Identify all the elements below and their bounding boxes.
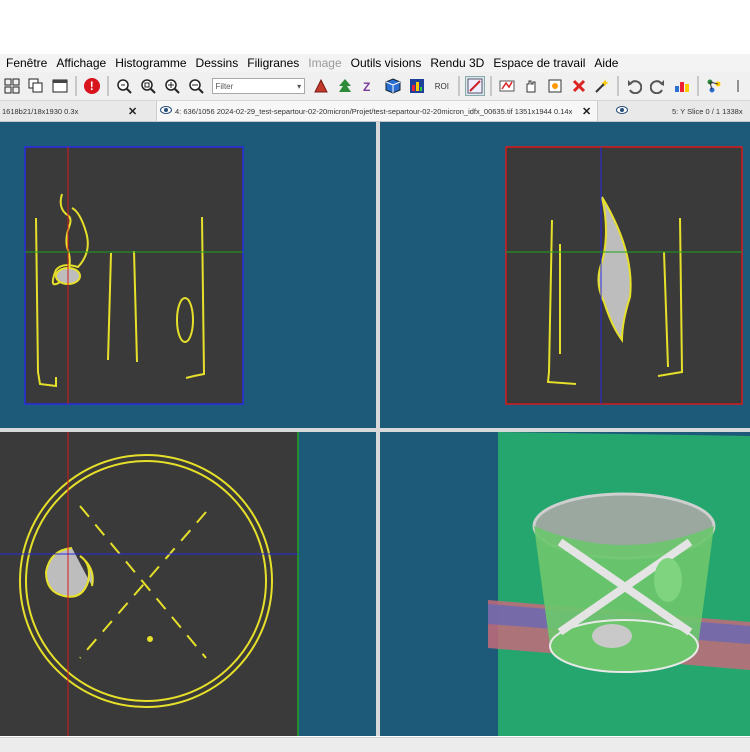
viewports-grid [0, 122, 750, 736]
zoom-fit-icon[interactable] [114, 76, 134, 96]
viewport-bottom-left[interactable] [0, 432, 376, 736]
settings-chart-icon[interactable] [672, 76, 692, 96]
document-tabs: 1618b21/18x1930 0.3x ✕ 4: 636/1056 2024-… [0, 101, 750, 122]
toolbar-separator [106, 76, 109, 96]
menu-fenetre[interactable]: Fenêtre [0, 56, 50, 70]
histogram-icon[interactable] [407, 76, 427, 96]
window-icon[interactable] [50, 76, 70, 96]
tab-document-1[interactable]: 1618b21/18x1930 0.3x ✕ [0, 101, 150, 121]
toolbar-separator [489, 76, 492, 96]
tab-document-4[interactable]: 4: 636/1056 2024-02-29_test-separtour-02… [156, 101, 598, 121]
line-profile-icon[interactable] [464, 76, 485, 96]
undo-icon[interactable] [624, 76, 644, 96]
tree-icon[interactable] [335, 76, 355, 96]
toolbar-separator [617, 76, 620, 96]
menu-affichage[interactable]: Affichage [50, 56, 109, 70]
z-axis-icon[interactable]: Z [359, 76, 379, 96]
status-bar [0, 737, 750, 752]
close-icon[interactable]: ✕ [128, 105, 137, 118]
eye-icon [160, 105, 172, 117]
tab-label: 1618b21/18x1930 0.3x [2, 106, 79, 116]
tab-document-5[interactable]: 5: Y Slice 0 / 1 1338x [612, 101, 750, 121]
viewport-top-left[interactable] [0, 122, 376, 428]
roi-label: ROI [434, 81, 449, 91]
svg-text:Z: Z [363, 80, 370, 94]
slice-image [0, 432, 298, 736]
hand-pan-icon[interactable] [521, 76, 541, 96]
menu-image[interactable]: Image [302, 56, 344, 70]
zoom-out-icon[interactable] [186, 76, 206, 96]
redo-icon[interactable] [648, 76, 668, 96]
wand-icon[interactable] [592, 76, 612, 96]
close-icon[interactable]: ✕ [582, 105, 591, 118]
toolbar-separator [74, 76, 77, 96]
zoom-in-icon[interactable] [162, 76, 182, 96]
menu-outils-visions[interactable]: Outils visions [345, 56, 425, 70]
menu-bar: Fenêtre Affichage Histogramme Dessins Fi… [0, 54, 750, 72]
network-icon[interactable] [704, 76, 724, 96]
measure-icon[interactable] [497, 76, 517, 96]
tab-label: 4: 636/1056 2024-02-29_test-separtour-02… [175, 106, 573, 116]
toolbar: ! Filter ▾ Z ROI [0, 72, 750, 101]
rendered-volume [532, 492, 716, 673]
menu-espace-de-travail[interactable]: Espace de travail [487, 56, 588, 70]
copy-windows-icon[interactable] [26, 76, 46, 96]
filter-select-value: Filter [215, 81, 234, 91]
viewport-top-right[interactable] [380, 122, 750, 428]
menu-aide[interactable]: Aide [588, 56, 621, 70]
stop-icon[interactable]: ! [82, 76, 102, 96]
zoom-region-icon[interactable] [138, 76, 158, 96]
small-particle [147, 636, 153, 642]
cube-3d-icon[interactable] [383, 76, 403, 96]
crop-icon[interactable] [545, 76, 565, 96]
menu-filigranes[interactable]: Filigranes [241, 56, 302, 70]
delete-icon[interactable] [569, 76, 589, 96]
eye-icon [616, 105, 628, 117]
menu-histogramme[interactable]: Histogramme [109, 56, 189, 70]
tab-label: 5: Y Slice 0 / 1 1338x [672, 106, 743, 116]
toolbar-separator [697, 76, 700, 96]
chevron-down-icon: ▾ [297, 81, 302, 91]
viewport-bottom-right[interactable] [380, 432, 750, 736]
menu-rendu-3d[interactable]: Rendu 3D [424, 56, 487, 70]
grid-layout-icon[interactable] [2, 76, 22, 96]
segmentation-icon[interactable] [311, 76, 331, 96]
menu-dessins[interactable]: Dessins [190, 56, 242, 70]
overflow-icon[interactable] [728, 76, 748, 96]
toolbar-separator [457, 76, 460, 96]
roi-button[interactable]: ROI [431, 76, 453, 96]
filter-select[interactable]: Filter ▾ [211, 78, 306, 94]
